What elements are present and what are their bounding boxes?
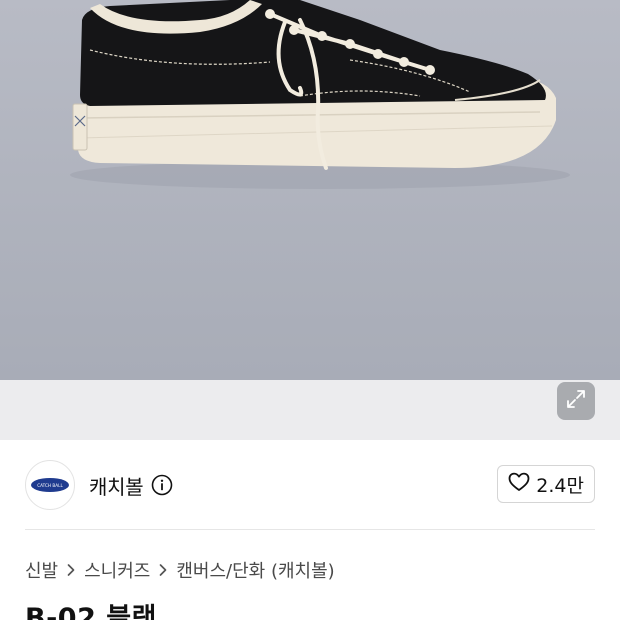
breadcrumb-item-sneakers[interactable]: 스니커즈 bbox=[84, 557, 150, 583]
sneaker-illustration bbox=[0, 0, 620, 380]
divider bbox=[25, 529, 595, 530]
brand-logo-mark: CATCH BALL bbox=[31, 478, 69, 492]
breadcrumb: 신발 스니커즈 캔버스/단화 (캐치볼) bbox=[25, 556, 335, 584]
heart-icon bbox=[508, 472, 530, 496]
brand-name[interactable]: 캐치볼 bbox=[89, 471, 144, 500]
brand-logo[interactable]: CATCH BALL bbox=[25, 460, 75, 510]
chevron-right-icon bbox=[158, 563, 168, 577]
breadcrumb-item-shoes[interactable]: 신발 bbox=[25, 557, 58, 583]
product-title: B-02 블랙 bbox=[25, 603, 157, 620]
like-count: 2.4만 bbox=[536, 474, 584, 497]
image-footer-band bbox=[0, 380, 620, 440]
brand-row: CATCH BALL 캐치볼 2.4만 bbox=[25, 459, 595, 511]
expand-icon bbox=[565, 388, 587, 414]
product-image[interactable] bbox=[0, 0, 620, 380]
info-icon[interactable] bbox=[151, 474, 173, 496]
chevron-right-icon bbox=[66, 563, 76, 577]
breadcrumb-item-canvas[interactable]: 캔버스/단화 (캐치볼) bbox=[176, 557, 334, 583]
expand-image-button[interactable] bbox=[557, 382, 595, 420]
svg-text:CATCH BALL: CATCH BALL bbox=[37, 483, 63, 488]
product-page: CATCH BALL 캐치볼 2.4만 신발 스니커즈 캔버스/단화 (캐치볼)… bbox=[0, 0, 620, 620]
like-button[interactable]: 2.4만 bbox=[497, 465, 595, 503]
